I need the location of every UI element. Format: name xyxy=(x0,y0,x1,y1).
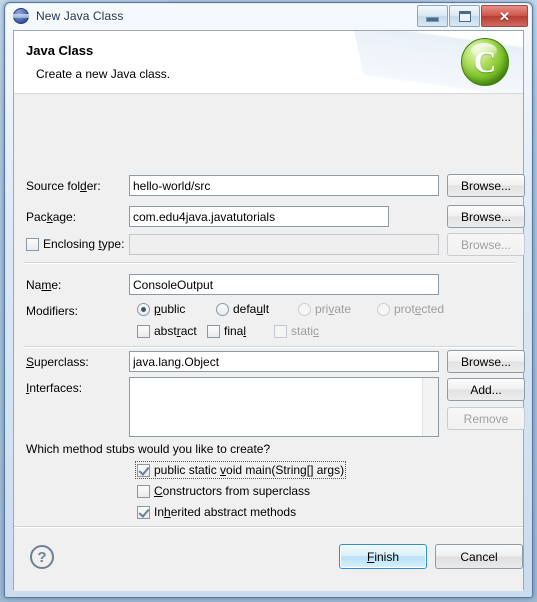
separator-2 xyxy=(24,346,515,348)
package-browse-button[interactable]: Browse... xyxy=(447,205,525,228)
source-folder-browse-button[interactable]: Browse... xyxy=(447,174,525,197)
interfaces-label: Interfaces: xyxy=(26,381,83,395)
enclosing-type-checkbox-box xyxy=(26,237,39,251)
eclipse-globe-icon xyxy=(13,8,29,24)
java-class-icon: C xyxy=(461,38,509,86)
cancel-button[interactable]: Cancel xyxy=(435,544,523,569)
dialog-client-area: Java Class Create a new Java class. C So… xyxy=(13,30,525,591)
checkbox-abstract-label: abstract xyxy=(154,324,197,338)
radio-default-dot xyxy=(216,302,229,316)
radio-private-label: private xyxy=(315,302,352,316)
radio-public-dot xyxy=(137,302,150,316)
modifier-radio-public[interactable]: public xyxy=(137,302,185,316)
minimize-icon xyxy=(426,17,439,22)
name-input[interactable] xyxy=(129,274,439,295)
restore-button[interactable] xyxy=(449,5,480,27)
interfaces-list[interactable] xyxy=(129,377,439,437)
restore-icon xyxy=(458,10,471,22)
radio-default-label: default xyxy=(233,302,270,316)
superclass-input[interactable] xyxy=(129,351,439,372)
banner-subtitle: Create a new Java class. xyxy=(36,67,171,81)
enclosing-type-browse-button: Browse... xyxy=(447,233,525,256)
minimize-button[interactable] xyxy=(417,5,448,27)
finish-button[interactable]: Finish xyxy=(339,544,427,569)
checkbox-abstract-box xyxy=(137,324,150,338)
checkbox-final-box xyxy=(207,324,220,338)
close-button[interactable]: ✕ xyxy=(481,5,528,27)
new-java-class-dialog: New Java Class ✕ Java Class Create a new… xyxy=(4,2,533,598)
package-input[interactable] xyxy=(129,206,389,227)
checkbox-constructors-label: Constructors from superclass xyxy=(154,484,311,498)
modifier-radio-default[interactable]: default xyxy=(216,302,269,316)
help-button[interactable]: ? xyxy=(30,545,54,569)
modifier-radio-protected: protected xyxy=(377,302,444,316)
interfaces-remove-button: Remove xyxy=(447,407,525,430)
radio-public-label: public xyxy=(154,302,186,316)
window-controls: ✕ xyxy=(417,5,528,27)
checkbox-final-label: final xyxy=(224,324,247,338)
window-title: New Java Class xyxy=(36,9,124,23)
checkbox-inherited-abstract-label: Inherited abstract methods xyxy=(154,505,297,519)
superclass-label: Superclass: xyxy=(26,355,89,369)
class-icon-letter: C xyxy=(473,43,497,79)
enclosing-type-label: Enclosing type: xyxy=(43,237,125,251)
stub-check-inherited-abstract[interactable]: Inherited abstract methods xyxy=(137,505,296,519)
dialog-body: Source folder: Browse... Package: Browse… xyxy=(14,94,525,591)
dialog-banner: Java Class Create a new Java class. C xyxy=(14,31,523,94)
interfaces-add-button[interactable]: Add... xyxy=(447,378,525,401)
modifier-radio-private: private xyxy=(298,302,351,316)
modifiers-label: Modifiers: xyxy=(26,304,79,318)
enclosing-type-input[interactable] xyxy=(129,234,439,255)
method-stubs-question: Which method stubs would you like to cre… xyxy=(26,442,271,456)
modifier-check-final[interactable]: final xyxy=(207,324,246,338)
interfaces-list-scrollbar[interactable] xyxy=(422,378,438,436)
stub-check-main-method[interactable]: public static void main(String[] args) xyxy=(134,461,347,479)
banner-title: Java Class xyxy=(26,43,94,58)
dialog-footer: ? Finish Cancel xyxy=(14,526,523,589)
source-folder-input[interactable] xyxy=(129,175,439,196)
checkbox-inherited-abstract-box xyxy=(137,505,150,519)
radio-private-dot xyxy=(298,302,311,316)
radio-protected-dot xyxy=(377,302,390,316)
title-bar: New Java Class ✕ xyxy=(5,3,532,29)
enclosing-type-checkbox[interactable]: Enclosing type: xyxy=(26,237,124,251)
stub-check-constructors[interactable]: Constructors from superclass xyxy=(137,484,310,498)
close-icon: ✕ xyxy=(499,8,510,24)
checkbox-main-method-label: public static void main(String[] args) xyxy=(154,463,345,477)
source-folder-label: Source folder: xyxy=(26,179,101,193)
checkbox-static-label: static xyxy=(291,324,320,338)
superclass-browse-button[interactable]: Browse... xyxy=(447,350,525,373)
package-label: Package: xyxy=(26,210,77,224)
modifier-check-abstract[interactable]: abstract xyxy=(137,324,197,338)
separator-1 xyxy=(24,262,515,264)
checkbox-static-box xyxy=(274,324,287,338)
checkbox-constructors-box xyxy=(137,484,150,498)
finish-label: Finish xyxy=(366,549,400,564)
modifier-check-static: static xyxy=(274,324,319,338)
name-label: Name: xyxy=(26,278,62,292)
radio-protected-label: protected xyxy=(394,302,445,316)
checkbox-main-method-box xyxy=(137,463,150,477)
